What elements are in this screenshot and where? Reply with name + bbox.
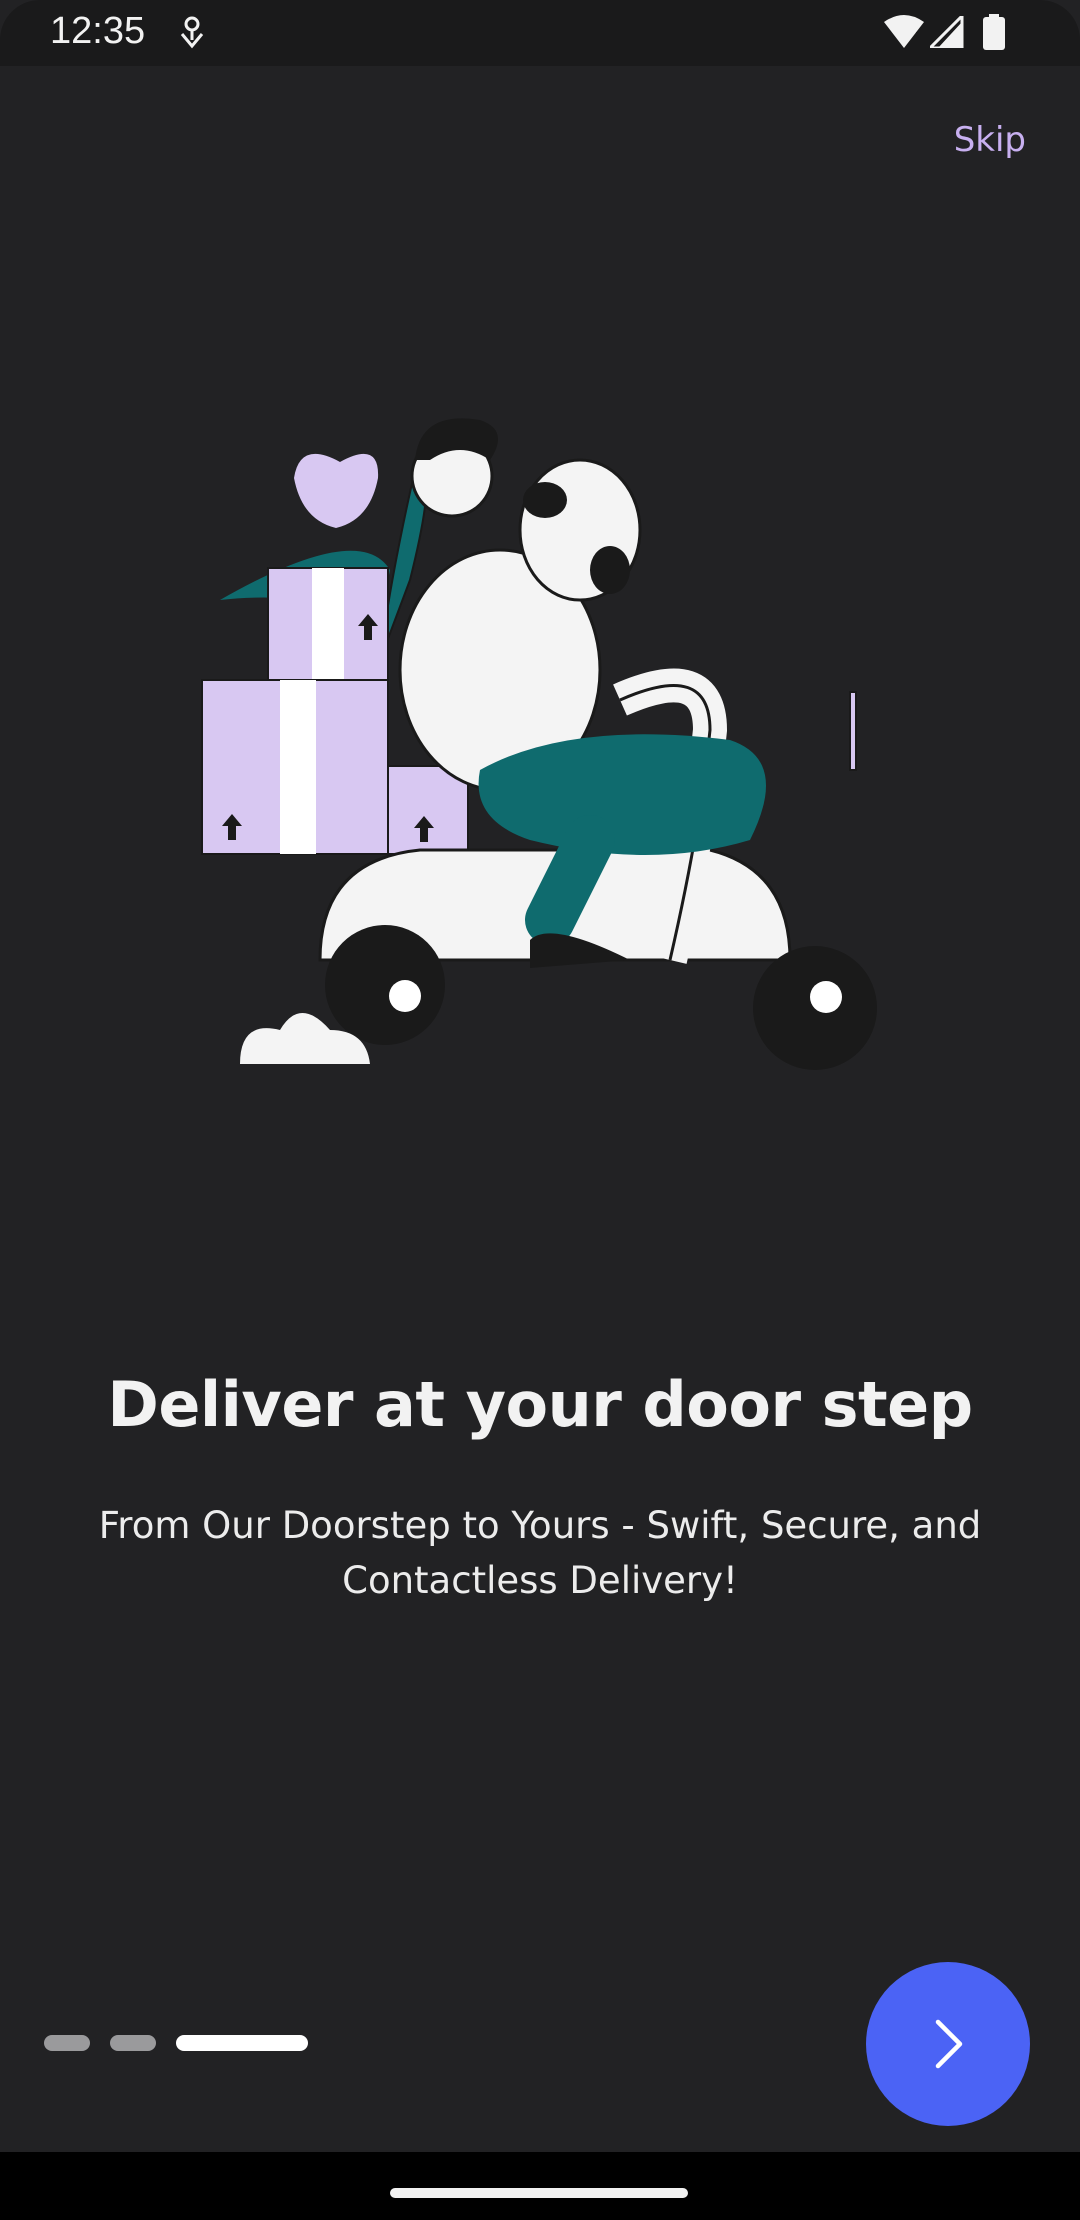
chevron-right-icon <box>935 2019 963 2069</box>
delivery-scooter-illustration <box>190 400 910 1080</box>
battery-icon <box>982 14 1006 54</box>
subtitle-line-1: From Our Doorstep to Yours - Swift, Secu… <box>98 1504 982 1547</box>
onboarding-title: Deliver at your door step <box>107 1368 973 1441</box>
wifi-icon <box>882 14 926 54</box>
page-dot-1[interactable] <box>44 2035 90 2051</box>
skip-button[interactable]: Skip <box>954 120 1026 160</box>
home-gesture-handle[interactable] <box>390 2188 688 2198</box>
page-dot-3-active[interactable] <box>176 2035 308 2051</box>
onboarding-subtitle: From Our Doorstep to Yours - Swift, Secu… <box>60 1498 1020 1608</box>
page-dot-2[interactable] <box>110 2035 156 2051</box>
status-bar: 12:35 <box>0 0 1080 66</box>
notification-icon <box>178 16 206 54</box>
status-time: 12:35 <box>50 10 146 52</box>
subtitle-line-2: Contactless Delivery! <box>342 1559 738 1602</box>
navigation-bar <box>0 2152 1080 2220</box>
next-button[interactable] <box>866 1962 1030 2126</box>
signal-icon <box>926 12 964 52</box>
